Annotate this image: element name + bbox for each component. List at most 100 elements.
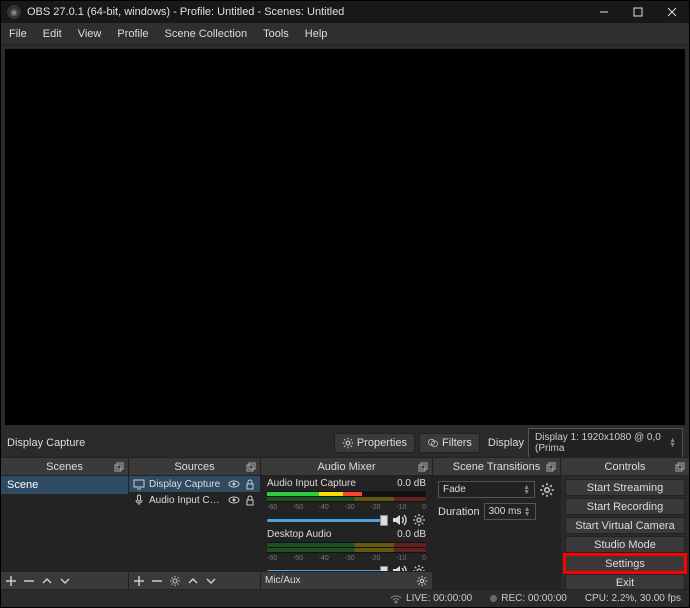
scene-item[interactable]: Scene: [1, 476, 128, 494]
mixer-header: Audio Mixer: [261, 458, 432, 476]
scenes-list[interactable]: Scene: [1, 476, 128, 571]
mixer-footer: Mic/Aux: [261, 571, 432, 589]
sources-header: Sources: [129, 458, 260, 476]
scenes-header: Scenes: [1, 458, 128, 476]
scenes-footer: [1, 571, 128, 589]
speaker-icon[interactable]: [392, 564, 408, 571]
undock-icon[interactable]: [675, 462, 685, 472]
transitions-header: Scene Transitions: [433, 458, 560, 476]
preview-canvas[interactable]: [5, 49, 685, 425]
rec-status: REC: 00:00:00: [490, 593, 567, 604]
channel-db: 0.0 dB: [397, 478, 426, 489]
sources-footer: [129, 571, 260, 589]
channel-settings-icon[interactable]: [412, 564, 426, 571]
source-item[interactable]: Audio Input Captu...: [129, 492, 260, 508]
meter-ticks: -60-50-40-30-20-100: [267, 504, 426, 511]
start-virtual-camera-button[interactable]: Start Virtual Camera: [565, 517, 685, 534]
start-streaming-button[interactable]: Start Streaming: [565, 479, 685, 496]
controls-body: Start Streaming Start Recording Start Vi…: [561, 476, 689, 589]
display-select[interactable]: Display 1: 1920x1080 @ 0,0 (Prima ▲▼: [528, 428, 683, 458]
remove-source-button[interactable]: [151, 575, 163, 587]
menu-help[interactable]: Help: [297, 23, 336, 44]
preview-area[interactable]: [1, 45, 689, 429]
filters-button[interactable]: Filters: [419, 433, 480, 453]
signal-icon: [390, 594, 402, 604]
mixer-channel: Desktop Audio0.0 dB -60-50-40-30-20-100: [261, 527, 432, 571]
lock-icon[interactable]: [244, 478, 256, 490]
visibility-icon[interactable]: [228, 494, 240, 506]
undock-icon[interactable]: [418, 462, 428, 472]
remove-scene-button[interactable]: [23, 575, 35, 587]
channel-settings-icon[interactable]: [412, 513, 426, 527]
menu-scene-collection[interactable]: Scene Collection: [157, 23, 256, 44]
settings-button[interactable]: Settings: [565, 555, 685, 572]
scenes-dock: Scenes Scene: [1, 458, 129, 589]
scene-up-button[interactable]: [41, 575, 53, 587]
mixer-body: Audio Input Capture 0.0 dB -60-50-40-30-2…: [261, 476, 432, 571]
volume-slider[interactable]: [267, 519, 388, 522]
filters-icon: [427, 437, 439, 449]
duration-label: Duration: [438, 506, 480, 518]
window-title: OBS 27.0.1 (64-bit, windows) - Profile: …: [27, 6, 587, 18]
level-meter: [267, 491, 426, 502]
add-scene-button[interactable]: [5, 575, 17, 587]
transitions-body: Fade ▲▼ Duration 300 ms ▲▼: [433, 476, 560, 589]
menubar: File Edit View Profile Scene Collection …: [1, 23, 689, 45]
transitions-dock: Scene Transitions Fade ▲▼ Duration 300 m…: [433, 458, 561, 589]
add-source-button[interactable]: [133, 575, 145, 587]
obs-logo-icon: ◉: [7, 5, 21, 19]
speaker-icon[interactable]: [392, 513, 408, 527]
menu-tools[interactable]: Tools: [255, 23, 297, 44]
channel-db: 0.0 dB: [397, 529, 426, 540]
obs-window: ◉ OBS 27.0.1 (64-bit, windows) - Profile…: [0, 0, 690, 608]
studio-mode-button[interactable]: Studio Mode: [565, 536, 685, 553]
volume-slider[interactable]: [267, 570, 388, 572]
undock-icon[interactable]: [114, 462, 124, 472]
transition-select[interactable]: Fade ▲▼: [438, 481, 535, 498]
controls-header: Controls: [561, 458, 689, 476]
menu-profile[interactable]: Profile: [109, 23, 156, 44]
menu-view[interactable]: View: [70, 23, 110, 44]
sources-list[interactable]: Display Capture Audio Input Captu...: [129, 476, 260, 571]
mixer-settings-icon[interactable]: [416, 575, 428, 587]
mixer-channel: Audio Input Capture 0.0 dB -60-50-40-30-2…: [261, 476, 432, 527]
lock-icon[interactable]: [244, 494, 256, 506]
source-down-button[interactable]: [205, 575, 217, 587]
start-recording-button[interactable]: Start Recording: [565, 498, 685, 515]
spinner-icon: ▲▼: [523, 485, 530, 495]
titlebar: ◉ OBS 27.0.1 (64-bit, windows) - Profile…: [1, 1, 689, 23]
level-meter: [267, 542, 426, 553]
meter-ticks: -60-50-40-30-20-100: [267, 555, 426, 562]
menu-edit[interactable]: Edit: [35, 23, 70, 44]
source-properties-button[interactable]: [169, 575, 181, 587]
controls-dock: Controls Start Streaming Start Recording…: [561, 458, 689, 589]
channel-name: Audio Input Capture: [267, 478, 356, 489]
gear-icon: [342, 437, 354, 449]
source-up-button[interactable]: [187, 575, 199, 587]
selected-source-label: Display Capture: [7, 437, 85, 449]
undock-icon[interactable]: [546, 462, 556, 472]
transition-settings-icon[interactable]: [539, 482, 555, 498]
display-icon: [133, 478, 145, 490]
close-button[interactable]: [655, 1, 689, 23]
live-status: LIVE: 00:00:00: [390, 593, 472, 604]
scene-down-button[interactable]: [59, 575, 71, 587]
docks-row: Scenes Scene Sources Display Capt: [1, 457, 689, 589]
slider-thumb[interactable]: [380, 566, 388, 572]
maximize-button[interactable]: [621, 1, 655, 23]
audio-mixer-dock: Audio Mixer Audio Input Capture 0.0 dB -6…: [261, 458, 433, 589]
duration-input[interactable]: 300 ms ▲▼: [484, 503, 536, 520]
sources-dock: Sources Display Capture Audio Input Capt…: [129, 458, 261, 589]
undock-icon[interactable]: [246, 462, 256, 472]
visibility-icon[interactable]: [228, 478, 240, 490]
slider-thumb[interactable]: [380, 515, 388, 526]
properties-button[interactable]: Properties: [334, 433, 415, 453]
source-item[interactable]: Display Capture: [129, 476, 260, 492]
minimize-button[interactable]: [587, 1, 621, 23]
cpu-status: CPU: 2.2%, 30.00 fps: [585, 593, 681, 604]
channel-name: Mic/Aux: [265, 575, 301, 586]
exit-button[interactable]: Exit: [565, 574, 685, 589]
menu-file[interactable]: File: [1, 23, 35, 44]
spinner-icon: ▲▼: [524, 507, 531, 517]
display-label: Display: [488, 437, 524, 449]
